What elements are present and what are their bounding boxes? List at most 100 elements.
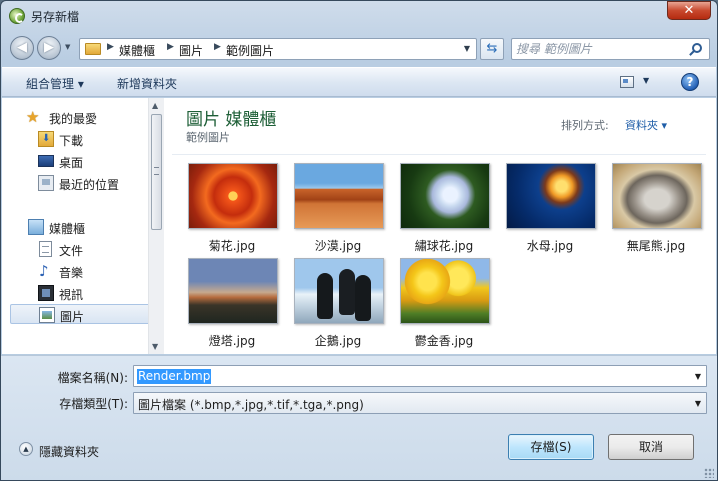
folder-icon (85, 43, 101, 55)
breadcrumb-item[interactable]: 範例圖片 (226, 42, 274, 59)
file-name: 鬱金香.jpg (414, 334, 474, 348)
downloads-folder-icon (38, 131, 54, 147)
file-name: 沙漠.jpg (314, 239, 362, 253)
nav-item-label: 音樂 (59, 266, 84, 280)
filetype-value: 圖片檔案 (*.bmp,*.jpg,*.tif,*.tga,*.png) (138, 398, 364, 412)
file-item[interactable]: 繡球花.jpg (391, 163, 497, 255)
refresh-button[interactable]: ⇆ (480, 38, 504, 60)
nav-music[interactable]: ♪ 音樂 (2, 261, 148, 281)
organize-menu-button[interactable]: 組合管理 ▾ (26, 75, 84, 92)
resize-grip-icon[interactable] (704, 468, 714, 478)
nav-item-label: 我的最愛 (49, 112, 98, 126)
hide-folders-button[interactable]: 隱藏資料夾 (39, 443, 99, 460)
filetype-select[interactable]: 圖片檔案 (*.bmp,*.jpg,*.tif,*.tga,*.png) ▼ (133, 392, 707, 414)
new-folder-button[interactable]: 新增資料夾 (117, 75, 177, 92)
filename-combobox[interactable]: Render.bmp ▼ (133, 365, 707, 387)
title-bar[interactable]: 另存新檔 ✕ (1, 1, 717, 31)
file-item[interactable]: 水母.jpg (497, 163, 603, 255)
pictures-icon (39, 307, 55, 323)
nav-pictures[interactable]: 圖片 (10, 304, 150, 324)
recent-places-icon (38, 175, 54, 191)
nav-libraries[interactable]: 媒體櫃 (2, 217, 148, 237)
scrollbar-thumb[interactable] (151, 114, 162, 230)
desktop-icon (38, 155, 54, 167)
library-subtitle: 範例圖片 (186, 131, 230, 144)
file-name: 菊花.jpg (208, 239, 256, 253)
file-thumbnail (294, 163, 384, 229)
nav-scrollbar[interactable]: ▲ ▼ (148, 98, 164, 354)
filename-input[interactable]: Render.bmp (137, 369, 212, 384)
nav-downloads[interactable]: 下載 (2, 129, 148, 149)
address-row: ◀ ▶ ▼ ▶ 媒體櫃 ▶ 圖片 ▶ 範例圖片 ▼ ⇆ (1, 33, 717, 63)
file-thumbnail (188, 258, 278, 324)
collapse-up-icon[interactable]: ▲ (19, 442, 33, 456)
view-options-dropdown-icon[interactable]: ▼ (643, 76, 649, 85)
navigation-pane: ★ 我的最愛 下載 桌面 最近的位置 媒體櫃 文件 ♪ 音樂 視訊 (2, 98, 164, 354)
file-item[interactable]: 企鵝.jpg (285, 258, 391, 350)
forward-arrow-icon: ▶ (44, 40, 54, 55)
nav-item-label: 圖片 (60, 310, 85, 324)
nav-favorites[interactable]: ★ 我的最愛 (2, 107, 148, 127)
address-dropdown-icon[interactable]: ▼ (464, 44, 470, 53)
command-toolbar: 組合管理 ▾ 新增資料夾 ▼ ? (2, 67, 716, 97)
file-thumbnail (612, 163, 702, 229)
file-thumbnail (400, 258, 490, 324)
libraries-icon (28, 219, 44, 235)
file-item[interactable]: 鬱金香.jpg (391, 258, 497, 350)
breadcrumb-item[interactable]: 圖片 (179, 42, 203, 59)
filetype-label: 存檔類型(T): (59, 397, 128, 411)
nav-item-label: 文件 (59, 244, 84, 258)
refresh-icon: ⇆ (486, 41, 498, 56)
file-thumbnail (294, 258, 384, 324)
arrange-by-dropdown[interactable]: 資料夾 ▾ (625, 117, 667, 133)
music-icon: ♪ (39, 262, 49, 280)
file-name: 水母.jpg (526, 239, 574, 253)
nav-documents[interactable]: 文件 (2, 239, 148, 259)
filename-label: 檔案名稱(N): (57, 371, 128, 385)
scroll-down-icon[interactable]: ▼ (152, 342, 158, 351)
file-thumbnail (188, 163, 278, 229)
change-view-icon[interactable] (620, 76, 634, 88)
scroll-up-icon[interactable]: ▲ (152, 101, 158, 110)
file-item[interactable]: 沙漠.jpg (285, 163, 391, 255)
address-bar[interactable]: ▶ 媒體櫃 ▶ 圖片 ▶ 範例圖片 ▼ (79, 38, 477, 60)
nav-item-label: 最近的位置 (59, 178, 120, 192)
library-title: 圖片 媒體櫃 (186, 110, 277, 130)
file-item[interactable]: 無尾熊.jpg (603, 163, 709, 255)
save-button[interactable]: 存檔(S) (508, 434, 594, 460)
filetype-dropdown-icon[interactable]: ▼ (695, 399, 701, 408)
nav-item-label: 桌面 (59, 156, 84, 170)
close-button[interactable]: ✕ (667, 1, 711, 20)
documents-icon (39, 241, 52, 257)
breadcrumb-separator-icon[interactable]: ▶ (214, 42, 221, 52)
search-box[interactable] (511, 38, 710, 60)
app-icon (9, 8, 25, 24)
save-form-area: 檔案名稱(N): Render.bmp ▼ 存檔類型(T): 圖片檔案 (*.b… (1, 355, 717, 480)
save-as-dialog: 另存新檔 ✕ ◀ ▶ ▼ ▶ 媒體櫃 ▶ 圖片 ▶ 範例圖片 ▼ ⇆ 組合管理 … (0, 0, 718, 481)
recent-locations-dropdown-icon[interactable]: ▼ (65, 43, 70, 51)
star-icon: ★ (26, 108, 40, 126)
nav-item-label: 媒體櫃 (49, 222, 86, 236)
search-input[interactable] (516, 41, 686, 57)
help-button[interactable]: ? (681, 73, 699, 91)
nav-desktop[interactable]: 桌面 (2, 151, 148, 171)
file-name: 繡球花.jpg (414, 239, 474, 253)
file-list-pane: 圖片 媒體櫃 範例圖片 排列方式: 資料夾 ▾ 菊花.jpg 沙漠.jpg 繡球… (164, 98, 716, 354)
forward-button[interactable]: ▶ (37, 36, 61, 60)
file-thumbnail (506, 163, 596, 229)
window-title: 另存新檔 (31, 10, 80, 24)
divider (172, 154, 706, 155)
breadcrumb-separator-icon[interactable]: ▶ (167, 42, 174, 52)
nav-videos[interactable]: 視訊 (2, 283, 148, 303)
breadcrumb-item[interactable]: 媒體櫃 (119, 42, 155, 59)
nav-recent-places[interactable]: 最近的位置 (2, 173, 148, 193)
file-item[interactable]: 菊花.jpg (179, 163, 285, 255)
breadcrumb-separator-icon[interactable]: ▶ (107, 42, 114, 52)
nav-item-label: 下載 (59, 134, 84, 148)
file-item[interactable]: 燈塔.jpg (179, 258, 285, 350)
back-button[interactable]: ◀ (10, 36, 34, 60)
filename-dropdown-icon[interactable]: ▼ (695, 372, 701, 381)
nav-item-label: 視訊 (59, 288, 84, 302)
search-icon[interactable] (692, 43, 702, 53)
cancel-button[interactable]: 取消 (608, 434, 694, 460)
